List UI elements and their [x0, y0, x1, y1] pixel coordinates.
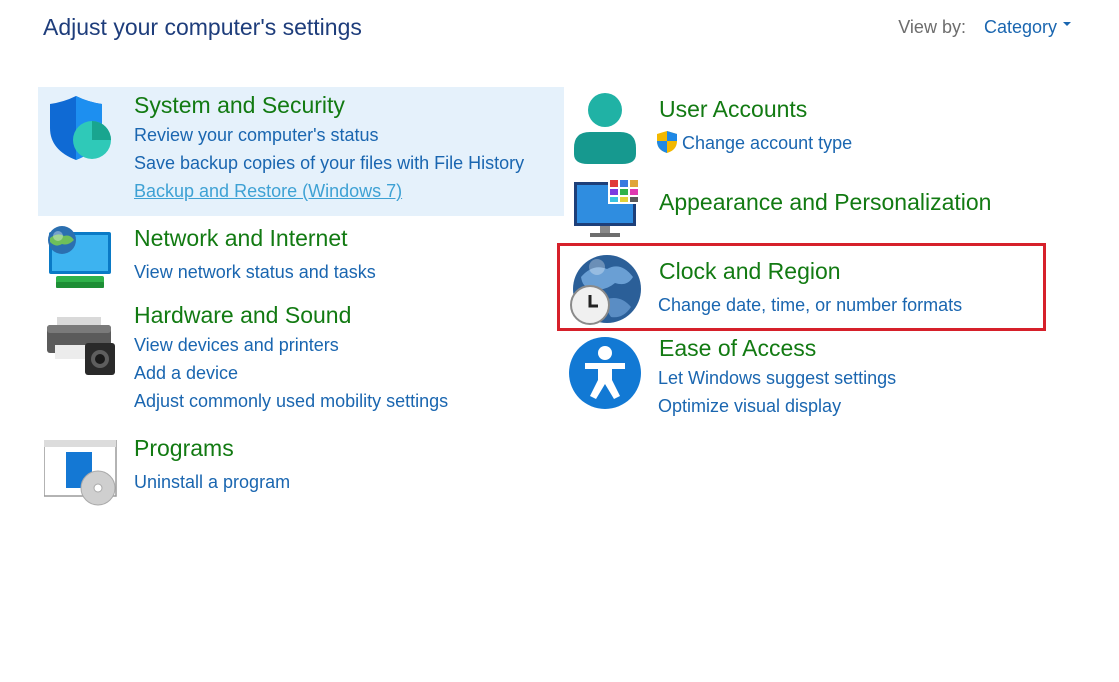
- page-title: Adjust your computer's settings: [43, 14, 362, 40]
- change-account-type-link[interactable]: Change account type: [682, 133, 852, 154]
- uac-shield-icon: [657, 131, 677, 153]
- appearance-icon: [574, 178, 640, 237]
- review-status-link[interactable]: Review your computer's status: [134, 125, 379, 146]
- programs-heading[interactable]: Programs: [134, 435, 234, 462]
- view-by-dropdown[interactable]: Category: [984, 17, 1071, 38]
- ease-of-access-heading[interactable]: Ease of Access: [659, 335, 816, 362]
- uninstall-program-link[interactable]: Uninstall a program: [134, 472, 290, 493]
- appearance-heading[interactable]: Appearance and Personalization: [659, 189, 991, 216]
- printer-icon: [47, 317, 115, 375]
- mobility-settings-link[interactable]: Adjust commonly used mobility settings: [134, 391, 448, 412]
- network-and-internet-heading[interactable]: Network and Internet: [134, 225, 348, 252]
- system-and-security-heading[interactable]: System and Security: [134, 92, 345, 119]
- view-by: View by: Category: [898, 17, 1071, 38]
- highlight-box: [557, 243, 1046, 331]
- user-accounts-heading[interactable]: User Accounts: [659, 96, 807, 123]
- view-by-label: View by:: [898, 17, 966, 37]
- hardware-and-sound-heading[interactable]: Hardware and Sound: [134, 302, 351, 329]
- backup-restore-link[interactable]: Backup and Restore (Windows 7): [134, 181, 402, 202]
- shield-icon: [50, 96, 111, 160]
- devices-printers-link[interactable]: View devices and printers: [134, 335, 339, 356]
- file-history-link[interactable]: Save backup copies of your files with Fi…: [134, 153, 524, 174]
- chevron-down-icon: [1063, 21, 1071, 26]
- add-device-link[interactable]: Add a device: [134, 363, 238, 384]
- optimize-visual-display-link[interactable]: Optimize visual display: [658, 396, 841, 417]
- ease-of-access-icon: [569, 337, 641, 409]
- programs-icon: [44, 440, 117, 506]
- user-icon: [574, 93, 636, 164]
- network-icon: [48, 226, 111, 288]
- network-status-link[interactable]: View network status and tasks: [134, 262, 376, 283]
- view-by-value: Category: [983, 17, 1057, 37]
- windows-suggest-settings-link[interactable]: Let Windows suggest settings: [658, 368, 896, 389]
